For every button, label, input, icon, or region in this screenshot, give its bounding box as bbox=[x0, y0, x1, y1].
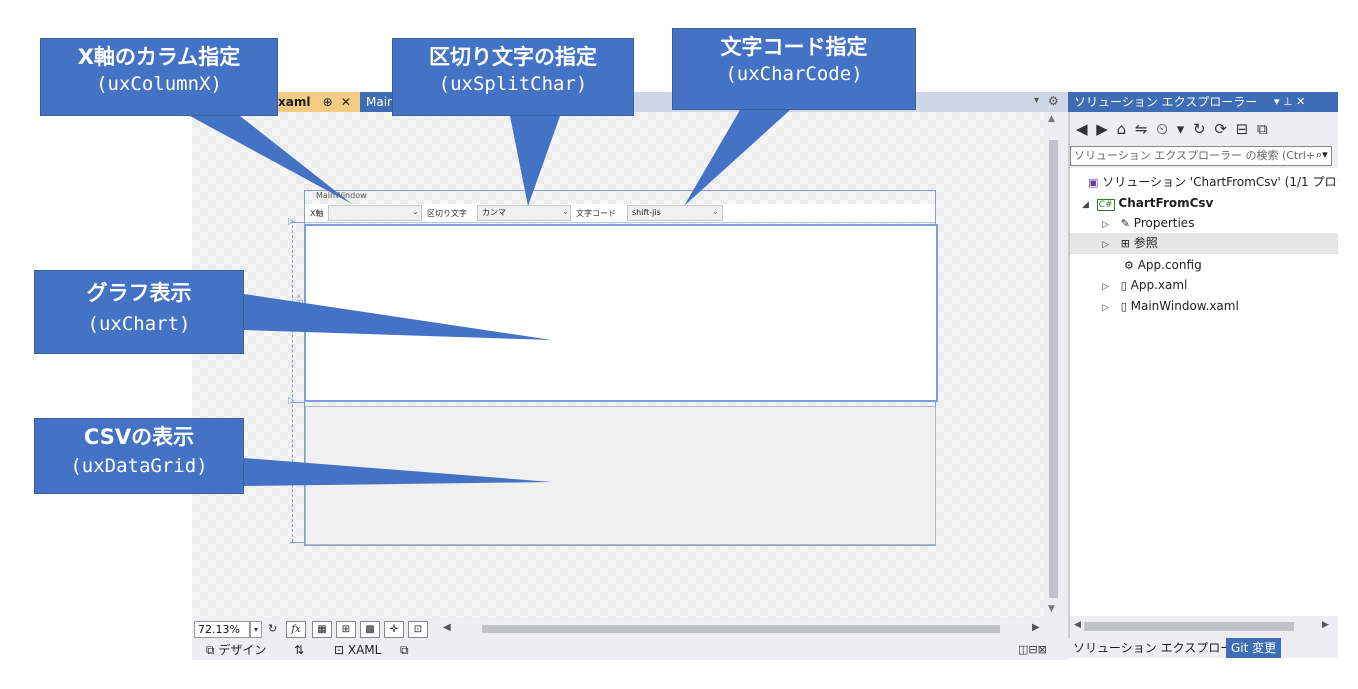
zoom-level-field[interactable]: 72.13% bbox=[194, 621, 250, 638]
tree-item-label: App.xaml bbox=[1130, 278, 1188, 292]
tree-item-label: ソリューション 'ChartFromCsv' (1/1 プロジェ bbox=[1102, 175, 1338, 189]
ruler-marker-icon[interactable]: ▷ bbox=[288, 396, 295, 406]
chart-area[interactable] bbox=[304, 224, 938, 402]
callout-title: グラフ表示 bbox=[86, 281, 192, 305]
scroll-right-icon[interactable]: ▶ bbox=[1322, 620, 1329, 630]
expanded-arrow-icon[interactable]: ◢ bbox=[1082, 200, 1089, 210]
grid-toggle-button[interactable]: ▦ bbox=[312, 621, 332, 638]
data-grid-area[interactable] bbox=[305, 406, 936, 545]
split-char-label: 区切り文字 bbox=[427, 209, 467, 218]
tree-item-solution[interactable]: ▣ ソリューション 'ChartFromCsv' (1/1 プロジェ bbox=[1070, 172, 1338, 193]
char-code-label: 文字コード bbox=[576, 209, 616, 218]
ruler-marker-icon[interactable]: ▷ bbox=[288, 217, 295, 227]
callout-control-name: (uxCharCode) bbox=[725, 63, 863, 85]
tree-item-label: Properties bbox=[1133, 216, 1195, 230]
gear-icon[interactable]: ⚙ bbox=[1048, 94, 1059, 108]
callout-title: 文字コード指定 bbox=[720, 35, 868, 59]
vertical-scrollbar-thumb[interactable] bbox=[1049, 140, 1058, 598]
tab-xaml[interactable]: ⊡ XAML bbox=[334, 642, 381, 658]
scroll-up-icon[interactable]: ▲ bbox=[1048, 114, 1055, 124]
callout-control-name: (uxColumnX) bbox=[96, 73, 222, 95]
config-file-icon: ⚙ bbox=[1124, 259, 1134, 272]
solution-explorer-toolbar[interactable]: ◀ ▶ ⌂ ⇋ ⏲ ▾ ↻ ⟳ ⊟ ⧉ bbox=[1070, 114, 1338, 144]
wrench-icon: ✎ bbox=[1120, 217, 1130, 230]
x-column-combobox[interactable] bbox=[328, 205, 422, 221]
callout-csv: CSVの表示 (uxDataGrid) bbox=[34, 418, 244, 494]
callout-control-name: (uxSplitChar) bbox=[438, 73, 588, 95]
tab-active-label: xaml bbox=[278, 95, 311, 109]
tree-item-mainwindow-xaml[interactable]: ▷ ▯ MainWindow.xaml bbox=[1070, 296, 1338, 317]
panel-window-buttons-icon[interactable]: ▾ ⊥ ✕ bbox=[1274, 92, 1305, 112]
tree-item-app-config[interactable]: ⚙ App.config bbox=[1070, 255, 1338, 276]
collapsed-arrow-icon[interactable]: ▷ bbox=[1102, 240, 1109, 250]
effects-button[interactable]: fx bbox=[286, 621, 306, 638]
tree-item-references[interactable]: ▷ ⊞ 参照 bbox=[1070, 233, 1338, 254]
csharp-project-icon: C# bbox=[1096, 199, 1115, 211]
callout-split-char: 区切り文字の指定 (uxSplitChar) bbox=[392, 38, 634, 116]
row-height-label: 1* bbox=[290, 461, 301, 473]
split-view-icon[interactable]: ◫⊟⊠ bbox=[1018, 643, 1047, 656]
tree-item-label: MainWindow.xaml bbox=[1130, 299, 1239, 313]
chevron-down-icon: ⌄ bbox=[562, 207, 569, 216]
tab-git-changes[interactable]: Git 変更 bbox=[1226, 638, 1282, 658]
callout-control-name: (uxDataGrid) bbox=[70, 455, 208, 477]
main-window-title: MainWindow bbox=[316, 191, 367, 200]
scroll-left-icon[interactable]: ◀ bbox=[1074, 620, 1081, 630]
row-ruler bbox=[292, 220, 293, 542]
references-icon: ⊞ bbox=[1120, 237, 1130, 250]
swap-panes-icon[interactable]: ⇅ bbox=[294, 642, 304, 658]
collapsed-arrow-icon[interactable]: ▷ bbox=[1102, 303, 1109, 313]
collapsed-arrow-icon[interactable]: ▷ bbox=[1102, 282, 1109, 292]
tree-item-properties[interactable]: ▷ ✎ Properties bbox=[1070, 213, 1338, 234]
callout-title: CSVの表示 bbox=[83, 425, 195, 449]
close-icon[interactable]: ✕ bbox=[341, 95, 351, 109]
callout-control-name: (uxChart) bbox=[87, 313, 191, 335]
zoom-dropdown-icon[interactable]: ▾ bbox=[250, 621, 262, 638]
callout-title: 区切り文字の指定 bbox=[429, 45, 597, 69]
search-input[interactable]: ソリューション エクスプローラー の検索 (Ctrl+ bbox=[1070, 146, 1332, 166]
pin-icon[interactable]: ⊕ bbox=[323, 95, 333, 109]
refresh-icon[interactable]: ↻ bbox=[268, 622, 277, 635]
popout-icon[interactable]: ⧉ bbox=[400, 642, 409, 658]
tree-item-label: ChartFromCsv bbox=[1118, 196, 1214, 210]
tree-item-label: 参照 bbox=[1133, 236, 1158, 250]
tree-item-app-xaml[interactable]: ▷ ▯ App.xaml bbox=[1070, 275, 1338, 296]
search-icon[interactable]: ⌕▾ bbox=[1316, 148, 1328, 162]
collapsed-arrow-icon[interactable]: ▷ bbox=[1102, 220, 1109, 230]
document-tab-active[interactable]: xaml ⊕ ✕ bbox=[272, 92, 360, 112]
tree-item-project[interactable]: ◢ C# ChartFromCsv bbox=[1070, 193, 1338, 214]
solution-icon: ▣ bbox=[1088, 176, 1099, 189]
callout-x-column: X軸のカラム指定 (uxColumnX) bbox=[40, 38, 278, 116]
view-tabs-row bbox=[192, 640, 1068, 660]
tab-design[interactable]: ⧉ デザイン bbox=[206, 642, 266, 658]
x-axis-label: X軸 bbox=[310, 209, 324, 218]
solution-explorer-hscrollbar-thumb[interactable] bbox=[1084, 622, 1294, 631]
tab-dropdown-icon[interactable]: ▾ bbox=[1034, 95, 1039, 106]
chevron-down-icon: ⌄ bbox=[412, 207, 419, 216]
ruler-tick bbox=[290, 542, 304, 544]
snap-lines-button[interactable]: ✛ bbox=[384, 621, 404, 638]
xaml-file-icon: ▯ bbox=[1120, 300, 1127, 313]
scroll-down-icon[interactable]: ▼ bbox=[1048, 604, 1055, 614]
snap-grid-button[interactable]: ⊞ bbox=[336, 621, 356, 638]
split-char-combobox[interactable]: カンマ bbox=[477, 205, 571, 221]
chevron-down-icon: ⌄ bbox=[712, 207, 719, 216]
project-code-button[interactable]: ⊡ bbox=[408, 621, 428, 638]
artboard-background-button[interactable]: ▩ bbox=[360, 621, 380, 638]
callout-chart: グラフ表示 (uxChart) bbox=[34, 270, 244, 354]
tree-item-label: App.config bbox=[1137, 258, 1202, 272]
xaml-file-icon: ▯ bbox=[1120, 279, 1127, 292]
scroll-right-icon[interactable]: ▶ bbox=[1032, 622, 1040, 633]
char-code-combobox[interactable]: shift-jis bbox=[627, 205, 723, 221]
callout-char-code: 文字コード指定 (uxCharCode) bbox=[672, 28, 916, 110]
callout-title: X軸のカラム指定 bbox=[77, 45, 241, 69]
scroll-left-icon[interactable]: ◀ bbox=[443, 622, 451, 633]
horizontal-scrollbar-thumb[interactable] bbox=[482, 625, 1000, 633]
